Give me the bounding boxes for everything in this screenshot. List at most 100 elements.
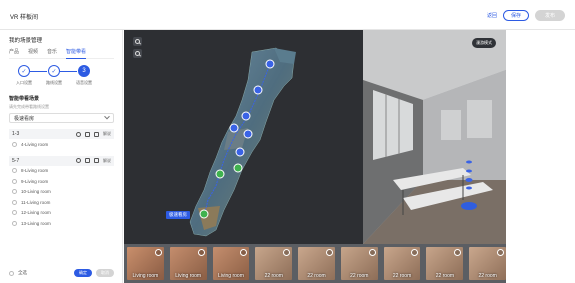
check-icon: ✓: [48, 65, 60, 77]
navigation-arrow[interactable]: [466, 160, 472, 164]
room-label: 10-Living room: [21, 189, 51, 195]
radio-icon[interactable]: [12, 220, 17, 226]
room-label: 4-Living room: [21, 141, 49, 147]
tab-products[interactable]: 产品: [9, 48, 19, 55]
scene-thumbnail-strip: Living room Living room Living room 22 r…: [124, 244, 507, 283]
narration-button[interactable]: 解说: [103, 131, 111, 137]
hotspot-icon: [497, 249, 505, 256]
select-all-checkbox[interactable]: [9, 270, 14, 276]
route-group-header: 1-3 解说: [9, 129, 114, 139]
scene-thumbnail[interactable]: 22 room: [469, 247, 507, 280]
room-label: 12-Living room: [21, 210, 51, 216]
navigation-arrow[interactable]: [466, 186, 472, 190]
zoom-in-button[interactable]: [133, 37, 142, 46]
hotspot-marker[interactable]: [265, 59, 275, 69]
sidebar-footer: 全选 确定 取消: [9, 269, 114, 277]
zoom-out-icon: [135, 51, 140, 56]
hotspot-marker[interactable]: [235, 147, 245, 157]
step-number: 3: [78, 65, 90, 77]
floorplan-viewer[interactable]: 极速看房: [124, 30, 363, 244]
current-point-tag: 极速看房: [166, 211, 190, 219]
tab-smart-tour[interactable]: 智能带看: [66, 48, 87, 59]
mic-icon[interactable]: [85, 131, 90, 137]
room-label: 11-Living room: [21, 199, 51, 205]
hotspot-marker[interactable]: [229, 123, 239, 133]
thumbnail-label: 22 room: [392, 273, 412, 279]
hotspot-marker-active[interactable]: [233, 163, 243, 173]
room-label: 13-Living room: [21, 220, 51, 226]
panorama-viewer[interactable]: 漫游模式: [363, 30, 506, 244]
mic-icon[interactable]: [85, 158, 90, 163]
top-bar: VR 样板间 返回 保存 发布: [0, 0, 575, 30]
route-group-name: 1-3: [12, 131, 20, 137]
select-value: 极速看房: [14, 115, 35, 122]
scene-thumbnail[interactable]: Living room: [127, 247, 164, 280]
step-2[interactable]: ✓ 路线设置: [39, 65, 69, 86]
list-item[interactable]: 9-Living room: [9, 176, 114, 187]
confirm-button[interactable]: 确定: [74, 269, 92, 277]
stepper: ✓ 入口设置 ✓ 路线设置 3 语音设置: [9, 65, 114, 93]
hotspot-icon: [154, 249, 162, 256]
list-item[interactable]: 13-Living room: [9, 218, 114, 229]
radio-icon[interactable]: [12, 210, 17, 216]
sidebar-tabs: 产品 视频 音乐 智能带看: [9, 48, 114, 59]
play-icon[interactable]: [76, 158, 81, 163]
cancel-button[interactable]: 取消: [96, 269, 114, 277]
sidebar: 我的场景管理 产品 视频 音乐 智能带看 ✓ 入口设置 ✓ 路线设置 3 语音设…: [0, 30, 123, 283]
scene-thumbnail[interactable]: 22 room: [426, 247, 464, 280]
zoom-in-icon: [135, 39, 140, 44]
navigation-arrow[interactable]: [465, 178, 473, 182]
route-group: 1-3 解说 4-Living room: [9, 129, 114, 150]
play-icon[interactable]: [76, 131, 81, 137]
zoom-out-button[interactable]: [133, 49, 142, 58]
radio-icon[interactable]: [12, 189, 17, 195]
route-group-tools: 解说: [76, 131, 111, 137]
scene-thumbnail[interactable]: 22 room: [298, 247, 335, 280]
list-item[interactable]: 8-Living room: [9, 166, 114, 177]
scene-thumbnail[interactable]: 22 room: [255, 247, 293, 280]
radio-icon[interactable]: [12, 141, 17, 147]
chevron-down-icon: [104, 113, 110, 120]
publish-button[interactable]: 发布: [535, 10, 565, 21]
step-1[interactable]: ✓ 入口设置: [9, 65, 39, 86]
tour-mode-select[interactable]: 极速看房: [9, 113, 114, 123]
thumbnail-label: 22 room: [478, 273, 497, 279]
scene-thumbnail[interactable]: 22 room: [383, 247, 421, 280]
list-item[interactable]: 10-Living room: [9, 187, 114, 198]
thumbnail-label: Living room: [175, 273, 202, 279]
hotspot-marker-active[interactable]: [215, 169, 225, 179]
radio-icon[interactable]: [12, 178, 17, 184]
hotspot-icon: [197, 249, 205, 256]
thumbnail-label: 22 room: [435, 273, 455, 279]
hotspot-marker-active[interactable]: [199, 209, 209, 219]
hotspot-marker[interactable]: [243, 129, 253, 139]
scene-thumbnail[interactable]: Living room: [212, 247, 250, 280]
radio-icon[interactable]: [12, 168, 17, 174]
image-icon[interactable]: [94, 158, 99, 163]
navigation-arrow[interactable]: [466, 169, 472, 173]
floor-hotspot[interactable]: [461, 202, 477, 210]
image-icon[interactable]: [94, 131, 99, 137]
save-button[interactable]: 保存: [503, 10, 529, 21]
list-item[interactable]: 12-Living room: [9, 208, 114, 219]
back-link[interactable]: 返回: [487, 12, 497, 19]
view-mode-badge[interactable]: 漫游模式: [472, 38, 496, 48]
right-panel: [506, 30, 575, 283]
list-item[interactable]: 11-Living room: [9, 197, 114, 208]
list-item[interactable]: 4-Living room: [9, 139, 114, 150]
step-label: 语音设置: [76, 80, 92, 85]
scene-thumbnail[interactable]: Living room: [169, 247, 207, 280]
app-title: VR 样板间: [10, 15, 39, 21]
hotspot-marker[interactable]: [253, 85, 263, 95]
radio-icon[interactable]: [12, 199, 17, 205]
hotspot-icon: [325, 249, 333, 256]
hotspot-marker[interactable]: [241, 111, 251, 121]
route-group-tools: 解说: [76, 158, 111, 164]
select-all-label: 全选: [18, 270, 27, 275]
narration-button[interactable]: 解说: [103, 158, 111, 164]
tab-video[interactable]: 视频: [28, 48, 38, 55]
scene-thumbnail[interactable]: 22 room: [340, 247, 378, 280]
step-3[interactable]: 3 语音设置: [69, 65, 99, 86]
tab-music[interactable]: 音乐: [47, 48, 57, 55]
hotspot-icon: [368, 249, 376, 256]
